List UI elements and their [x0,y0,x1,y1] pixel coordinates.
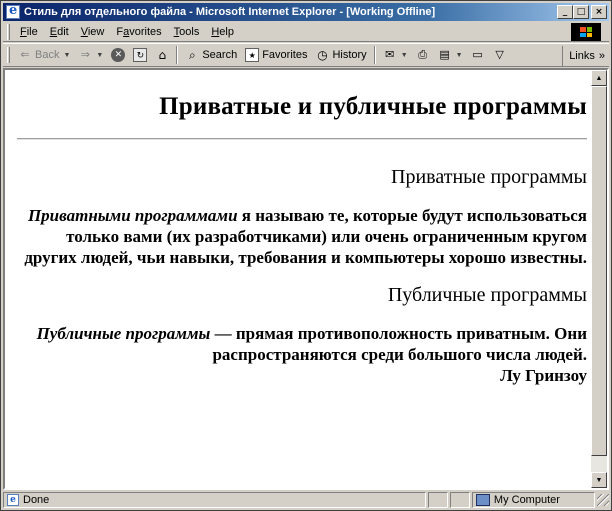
chevron-right-icon[interactable]: » [599,50,605,62]
printer-icon: ⎙ [418,48,428,61]
ie-window: Стиль для отдельного файла - Microsoft I… [0,0,612,511]
chevron-down-icon[interactable]: ▼ [96,52,103,59]
chevron-down-icon[interactable]: ▼ [456,52,463,59]
menu-file[interactable]: File [14,24,44,40]
status-main: e Done [3,492,427,508]
toolbar-separator [373,46,376,64]
scroll-down-button[interactable]: ▼ [591,472,607,488]
section2-paragraph: Публичные программы — прямая противополо… [17,323,587,365]
mail-button[interactable]: ✉ ▼ [379,45,412,65]
refresh-icon: ↻ [133,48,148,62]
history-icon: ◷ [317,48,328,62]
close-button[interactable]: × [591,5,607,19]
toolbar-separator [176,46,179,64]
links-label: Links [569,50,595,62]
forward-button[interactable]: ⇒ ▼ [74,45,107,65]
menu-help[interactable]: Help [205,24,240,40]
scroll-thumb[interactable] [591,86,607,456]
home-icon: ⌂ [158,48,167,62]
stop-button[interactable]: ✕ [107,45,129,65]
window-controls: _ □ × [557,5,607,19]
mail-icon: ✉ [385,48,395,61]
ie-logo-icon [6,3,20,19]
section1-title: Приватные программы [391,166,587,188]
page-heading: Приватные и публичные программы [159,93,587,120]
vertical-scrollbar[interactable]: ▲ ▼ [591,70,607,488]
favorites-icon: ★ [245,48,260,62]
maximize-button[interactable]: □ [573,5,589,19]
zone-text: My Computer [493,494,560,506]
status-zone: My Computer [471,492,596,508]
author-signature: Лу Гринзоу [500,366,587,385]
page-done-icon: e [7,494,19,506]
chevron-down-icon[interactable]: ▼ [63,52,70,59]
back-button[interactable]: ⇐ Back ▼ [14,45,74,65]
search-button[interactable]: ⌕ Search [181,45,241,65]
section1-paragraph: Приватными программами я называю те, кот… [17,205,587,268]
toolbar-grip[interactable] [7,47,10,63]
print-button[interactable]: ⎙ [412,45,434,65]
section2-text: — прямая противоположность приватным. Он… [210,324,587,364]
menu-favorites[interactable]: Favorites [110,24,167,40]
home-button[interactable]: ⌂ [151,45,173,65]
menu-edit[interactable]: Edit [44,24,75,40]
menu-file-rest: ile [26,25,38,38]
horizontal-rule [17,138,587,140]
menu-view[interactable]: View [75,24,111,40]
edit-button[interactable]: ▤ ▼ [434,45,467,65]
favorites-button[interactable]: ★ Favorites [241,45,311,65]
menu-tools[interactable]: Tools [168,24,206,40]
links-bar[interactable]: Links » [562,46,605,66]
menu-grip[interactable] [7,23,10,40]
resize-grip-icon[interactable] [597,494,610,506]
section1-term: Приватными программами [27,206,238,225]
discuss-icon: ▭ [472,48,483,61]
section2-title: Публичные программы [387,284,587,306]
status-progress [428,492,448,508]
title-bar[interactable]: Стиль для отдельного файла - Microsoft I… [3,3,609,21]
minimize-button[interactable]: _ [557,5,573,19]
window-title: Стиль для отдельного файла - Microsoft I… [24,6,436,18]
messenger-button[interactable]: ▽ [489,45,511,65]
computer-icon [475,494,490,506]
toolbar: ⇐ Back ▼ ⇒ ▼ ✕ ↻ ⌂ ⌕ Search ★ Favorites … [3,43,609,67]
windows-logo-icon [571,23,601,41]
chevron-down-icon[interactable]: ▼ [401,52,408,59]
search-icon: ⌕ [188,48,196,62]
section2-term: Публичные программы [36,324,211,343]
refresh-button[interactable]: ↻ [129,45,151,65]
status-bar: e Done My Computer [3,491,610,509]
page-body: Приватные и публичные программы Приватны… [5,93,591,386]
page-viewport[interactable]: Приватные и публичные программы Приватны… [5,70,591,488]
forward-arrow-icon: ⇒ [80,48,91,61]
history-button[interactable]: ◷ History [311,45,370,65]
stop-icon: ✕ [111,48,126,62]
edit-page-icon: ▤ [439,48,450,61]
scroll-up-button[interactable]: ▲ [591,70,607,86]
messenger-icon: ▽ [495,48,504,61]
content-frame: Приватные и публичные программы Приватны… [3,68,609,490]
back-arrow-icon: ⇐ [20,48,30,61]
status-text: Done [23,494,50,506]
discuss-button[interactable]: ▭ [467,45,489,65]
menu-bar: File Edit View Favorites Tools Help [3,22,609,42]
status-security [449,492,470,508]
